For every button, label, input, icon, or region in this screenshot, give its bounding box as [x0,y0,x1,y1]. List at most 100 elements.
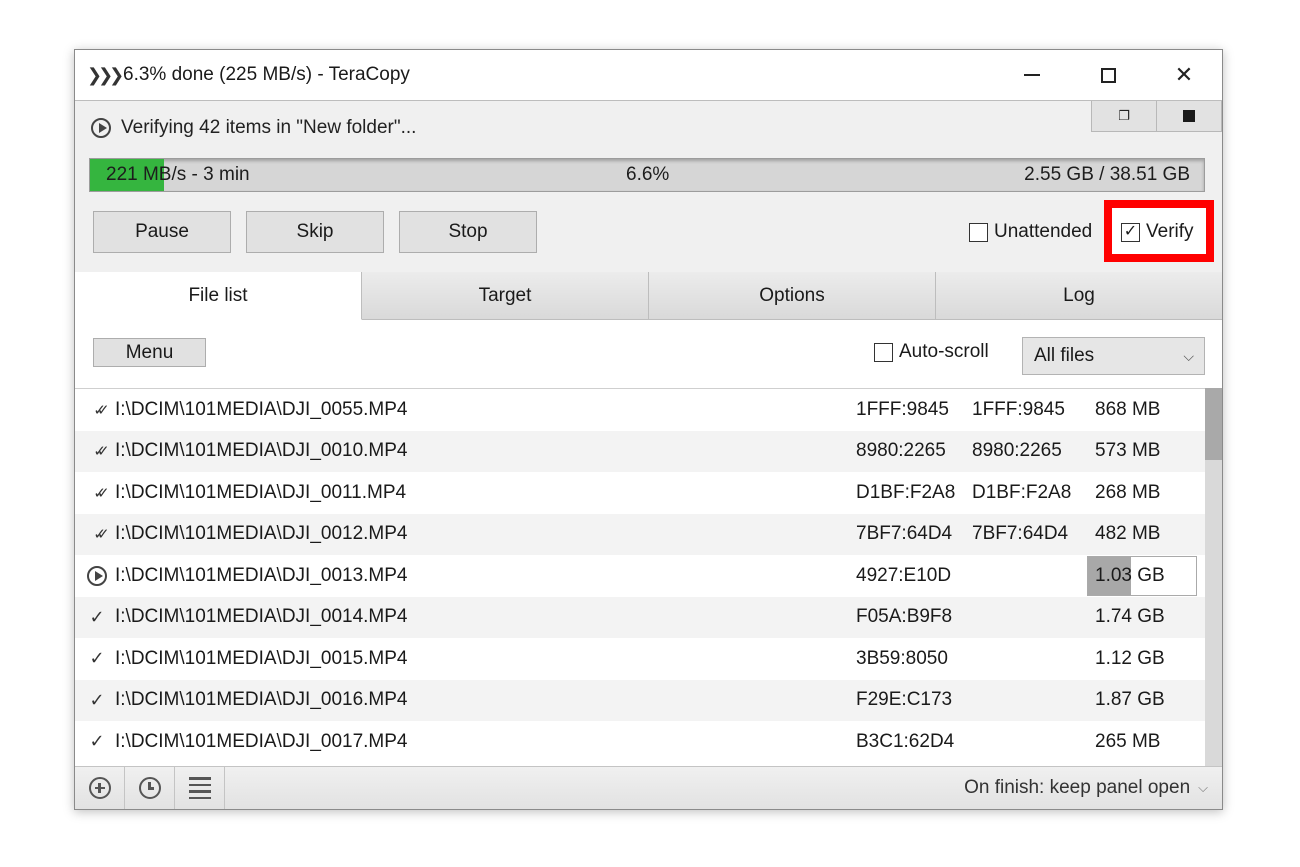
file-size: 268 MB [1095,481,1161,503]
file-row[interactable]: I:\DCIM\101MEDIA\DJI_0013.MP4 4927:E10D 1.… [75,555,1205,597]
maximize-icon [1100,67,1116,83]
file-path: I:\DCIM\101MEDIA\DJI_0015.MP4 [115,647,408,669]
file-path: I:\DCIM\101MEDIA\DJI_0016.MP4 [115,689,408,711]
list-menu-button[interactable] [175,767,225,809]
add-icon [88,777,111,799]
file-filter-value: All files [1034,345,1095,366]
source-hash: B3C1:62D4 [856,730,955,752]
file-row[interactable]: ✓ I:\DCIM\101MEDIA\DJI_0017.MP4 B3C1:62D4 2… [75,721,1205,763]
checkmark-icon: ✓ [1123,223,1138,240]
check-icon: ✓ [89,731,105,752]
menu-button[interactable]: Menu [93,338,206,367]
triple-chevron-icon: ❯❯❯ [87,64,124,85]
status-line: Verifying 42 items in "New folder"... [91,117,416,139]
restore-panel-icon: ❐ [1118,108,1130,123]
file-filter-select[interactable]: All files ⌵ [1022,337,1205,375]
check-icon: ✓ [89,689,105,710]
maximize-button[interactable] [1070,50,1146,100]
teracopy-window: ❯❯❯ 6.3% done (225 MB/s) - TeraCopy ✕ ❐ … [74,49,1223,810]
restore-panel-button[interactable]: ❐ [1091,101,1157,132]
file-row[interactable]: ✓✓ I:\DCIM\101MEDIA\DJI_0055.MP4 1FFF:9845… [75,389,1205,431]
file-path: I:\DCIM\101MEDIA\DJI_0055.MP4 [115,398,408,420]
play-circle-icon [91,118,111,138]
auto-scroll-box[interactable] [874,342,893,362]
progress-speed-eta: 221 MB/s - 3 min [106,164,250,185]
verify-box[interactable]: ✓ [1121,222,1140,242]
source-hash: 3B59:8050 [856,647,948,669]
check-icon: ✓ [89,606,105,627]
double-check-icon: ✓✓ [93,443,109,461]
source-hash: 7BF7:64D4 [856,523,953,545]
file-path: I:\DCIM\101MEDIA\DJI_0012.MP4 [115,523,408,545]
file-size: 1.87 GB [1095,689,1165,711]
history-button[interactable] [125,767,175,809]
source-hash: 8980:2265 [856,440,946,462]
file-path: I:\DCIM\101MEDIA\DJI_0010.MP4 [115,440,408,462]
bottom-bar: On finish: keep panel open ⌵ [75,766,1222,809]
tab-options[interactable]: Options [649,272,936,320]
add-button[interactable] [75,767,125,809]
tab-file-list[interactable]: File list [75,272,362,320]
check-icon: ✓ [89,648,105,669]
file-path: I:\DCIM\101MEDIA\DJI_0013.MP4 [115,564,408,586]
pause-button[interactable]: Pause [93,211,231,253]
minimize-button[interactable] [994,50,1070,100]
file-row[interactable]: ✓✓ I:\DCIM\101MEDIA\DJI_0012.MP4 7BF7:64D4… [75,513,1205,555]
target-hash: D1BF:F2A8 [972,481,1072,503]
panel-mini-buttons: ❐ [1091,101,1222,132]
stop-square-button[interactable] [1157,101,1222,132]
status-text: Verifying 42 items in "New folder"... [121,117,417,138]
window-title: 6.3% done (225 MB/s) - TeraCopy [123,64,410,85]
source-hash: F29E:C173 [856,689,953,711]
tab-log[interactable]: Log [936,272,1222,320]
double-check-icon: ✓✓ [93,484,109,502]
file-row[interactable]: ✓ I:\DCIM\101MEDIA\DJI_0016.MP4 F29E:C173 1… [75,679,1205,721]
target-hash: 8980:2265 [972,440,1062,462]
unattended-checkbox[interactable]: Unattended [969,221,1092,243]
double-check-icon: ✓✓ [93,526,109,544]
scrollbar-thumb[interactable] [1205,388,1222,460]
on-finish-label: On finish: keep panel open [964,777,1191,798]
window-controls: ✕ [994,50,1222,100]
on-finish-dropdown[interactable]: On finish: keep panel open ⌵ [964,767,1208,809]
unattended-box[interactable] [969,222,988,242]
file-list: ✓✓ I:\DCIM\101MEDIA\DJI_0055.MP4 1FFF:9845… [75,388,1205,767]
verify-checkbox[interactable]: ✓ Verify [1121,221,1194,243]
file-path: I:\DCIM\101MEDIA\DJI_0017.MP4 [115,730,408,752]
tab-target[interactable]: Target [362,272,649,320]
close-icon: ✕ [1174,62,1194,87]
stop-square-icon [1183,110,1195,122]
source-hash: 1FFF:9845 [856,398,949,420]
source-hash: F05A:B9F8 [856,606,953,628]
file-path: I:\DCIM\101MEDIA\DJI_0011.MP4 [115,481,407,503]
progress-percent: 6.6% [626,164,670,185]
file-row[interactable]: ✓✓ I:\DCIM\101MEDIA\DJI_0010.MP4 8980:2265… [75,430,1205,472]
file-size: 1.12 GB [1095,647,1165,669]
file-list-scrollbar[interactable] [1205,388,1222,766]
file-size: 1.03 GB [1095,564,1165,586]
list-icon [188,777,211,799]
auto-scroll-label: Auto-scroll [899,341,989,362]
overall-progress-bar: 221 MB/s - 3 min 6.6% 2.55 GB / 38.51 GB [89,158,1205,192]
double-check-icon: ✓✓ [93,401,109,419]
source-hash: 4927:E10D [856,564,952,586]
history-icon [138,777,161,799]
file-list-panel: Menu Auto-scroll All files ⌵ ✓✓ I:\DCIM\1… [75,320,1222,766]
target-hash: 7BF7:64D4 [972,523,1069,545]
source-hash: D1BF:F2A8 [856,481,956,503]
file-path: I:\DCIM\101MEDIA\DJI_0014.MP4 [115,606,408,628]
auto-scroll-checkbox[interactable]: Auto-scroll [874,341,989,363]
chevron-down-icon: ⌵ [1198,780,1208,795]
chevron-down-icon: ⌵ [1183,347,1194,364]
skip-button[interactable]: Skip [246,211,384,253]
close-button[interactable]: ✕ [1146,50,1222,100]
file-row[interactable]: ✓ I:\DCIM\101MEDIA\DJI_0015.MP4 3B59:8050 1… [75,638,1205,680]
file-size: 868 MB [1095,398,1161,420]
stop-button[interactable]: Stop [399,211,537,253]
file-row[interactable]: ✓✓ I:\DCIM\101MEDIA\DJI_0011.MP4 D1BF:F2A8… [75,472,1205,514]
file-row[interactable]: ✓ I:\DCIM\101MEDIA\DJI_0014.MP4 F05A:B9F8 1… [75,596,1205,638]
unattended-label: Unattended [994,221,1093,242]
target-hash: 1FFF:9845 [972,398,1065,420]
file-size: 482 MB [1095,523,1161,545]
file-size: 265 MB [1095,730,1161,752]
